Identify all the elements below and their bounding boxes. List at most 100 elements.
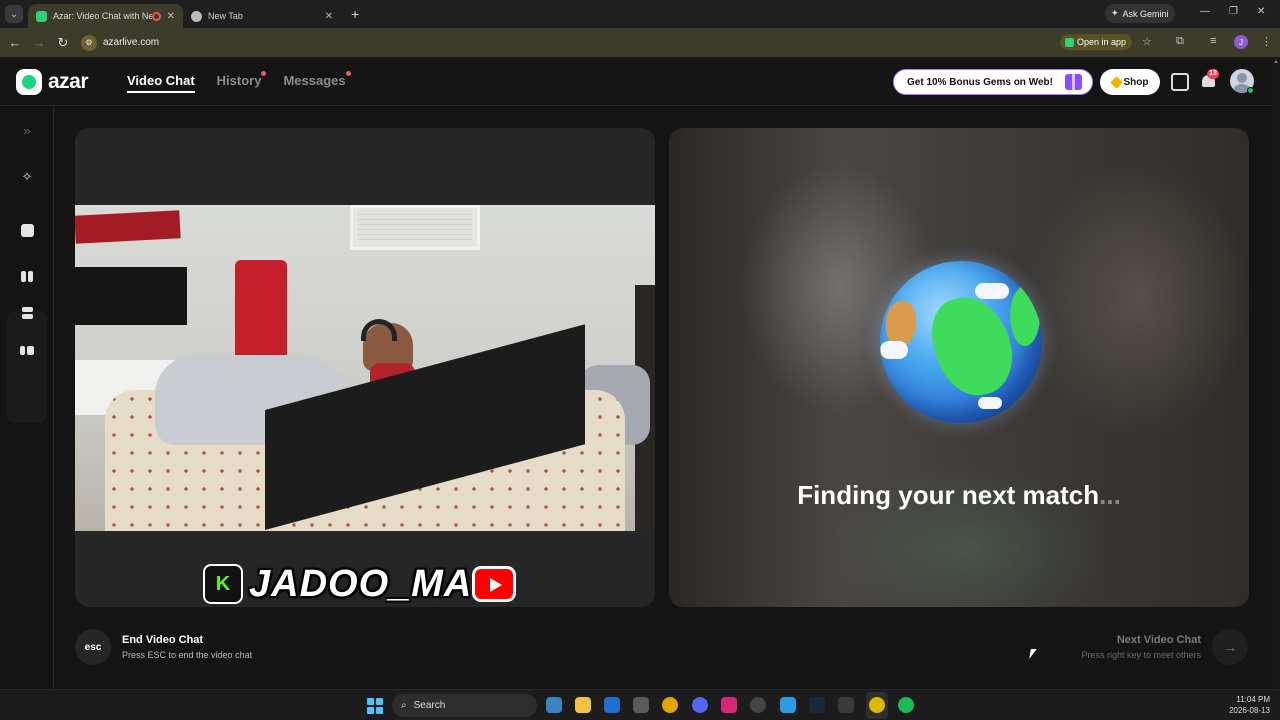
discord-icon[interactable] (692, 697, 708, 713)
close-tab-icon[interactable]: ✕ (167, 11, 175, 22)
reload-icon[interactable]: ↻ (51, 35, 75, 51)
url-field[interactable]: azarlive.com (103, 37, 159, 48)
taskbar-search[interactable]: ⌕ Search (392, 694, 537, 717)
close-tab-icon[interactable]: ✕ (325, 11, 333, 22)
clock-date: 2026-08-13 (1229, 706, 1270, 715)
notification-badge: 13 (1207, 69, 1219, 79)
spotify-icon[interactable] (898, 697, 914, 713)
open-in-app-button[interactable]: Open in app (1060, 34, 1132, 50)
gift-icon (1065, 74, 1082, 90)
layout-stacked-icon[interactable] (9, 298, 45, 328)
profile-avatar[interactable]: J (1234, 35, 1248, 49)
clock-time: 11:04 PM (1236, 695, 1270, 704)
nav-messages-label: Messages (283, 73, 346, 88)
tab-title: New Tab (208, 11, 243, 21)
end-chat-hint: Press ESC to end the video chat (122, 650, 253, 660)
close-window-icon[interactable]: ✕ (1257, 6, 1265, 17)
youtube-logo-icon (472, 566, 517, 602)
shop-button[interactable]: Shop (1100, 69, 1160, 95)
nav-video-chat[interactable]: Video Chat (127, 73, 195, 93)
end-video-chat-button[interactable]: esc (75, 629, 111, 665)
next-video-chat-button[interactable]: → (1212, 629, 1248, 665)
finding-match-status: Finding your next match... (669, 480, 1249, 511)
azar-app: azar Video Chat History Messages Get 10%… (0, 57, 1280, 689)
magic-wand-icon[interactable]: ✧ (9, 162, 45, 192)
file-explorer-icon[interactable] (575, 697, 591, 713)
new-tab-button[interactable]: + (351, 6, 359, 22)
more-menu-icon[interactable]: ⋮ (1261, 35, 1272, 48)
arrow-right-icon: → (1223, 639, 1237, 655)
open-in-app-label: Open in app (1077, 37, 1127, 47)
self-camera-feed (75, 205, 655, 531)
shop-label: Shop (1123, 76, 1149, 88)
store-icon[interactable] (1171, 73, 1189, 91)
tab-search-dropdown[interactable]: ⌄ (5, 5, 23, 23)
expand-sidebar-icon[interactable]: » (9, 115, 45, 145)
widgets-icon[interactable] (546, 697, 562, 713)
system-clock[interactable]: 11:04 PM 2026-08-13 (1229, 694, 1270, 716)
nav-messages[interactable]: Messages (283, 71, 351, 93)
extensions-icon[interactable]: ⧉ (1176, 35, 1184, 48)
end-chat-title: End Video Chat (122, 634, 204, 646)
bookmark-star-icon[interactable]: ☆ (1142, 35, 1152, 48)
taskbar: ⌕ Search 11:04 PM 2026-08-13 (0, 689, 1280, 720)
app-header: azar Video Chat History Messages Get 10%… (0, 57, 1280, 106)
azar-favicon (36, 10, 47, 22)
windows-start-icon[interactable] (367, 698, 383, 714)
wall-banner (75, 210, 181, 244)
ask-gemini-button[interactable]: ✦ Ask Gemini (1105, 4, 1175, 23)
sidebar: » ✧ (0, 107, 54, 689)
chrome-app-icon[interactable] (662, 697, 678, 713)
unread-dot (345, 71, 351, 76)
app-icon[interactable] (838, 697, 854, 713)
minimize-icon[interactable]: — (1200, 6, 1210, 17)
zoom-icon[interactable] (780, 697, 796, 713)
tab-title: Azar: Video Chat with New (53, 11, 152, 21)
mouse-cursor-icon (1029, 649, 1037, 659)
store-app-icon[interactable] (633, 697, 649, 713)
sparkle-icon: ✦ (1111, 8, 1119, 18)
azar-app-icon (1065, 37, 1074, 47)
azar-logo-icon (16, 69, 42, 95)
watermark-name: JADOO_MA (249, 562, 473, 605)
gem-icon (1109, 75, 1123, 89)
instagram-icon[interactable] (721, 697, 737, 713)
unread-dot (261, 71, 267, 76)
chrome-active-icon[interactable] (869, 697, 885, 713)
scroll-up-icon[interactable]: ▲ (1273, 59, 1279, 65)
restore-icon[interactable]: ❐ (1229, 6, 1238, 17)
nav-history[interactable]: History (216, 71, 267, 93)
logo-text: azar (48, 70, 89, 93)
bonus-label: Get 10% Bonus Gems on Web! (907, 76, 1053, 88)
nav-history-label: History (216, 73, 262, 88)
site-info-icon[interactable]: ⚙ (81, 34, 97, 51)
online-status-dot (1247, 87, 1254, 94)
back-icon[interactable]: ← (3, 35, 27, 50)
obs-icon[interactable] (750, 697, 766, 713)
search-placeholder: Search (413, 700, 446, 711)
layout-side-by-side-icon[interactable] (9, 261, 45, 291)
finding-text: Finding your next match (797, 480, 1100, 510)
steam-icon[interactable] (809, 697, 825, 713)
globe-icon (880, 261, 1042, 423)
sticker-icon[interactable] (9, 215, 45, 245)
recording-icon (151, 11, 161, 21)
layout-grid-icon[interactable] (9, 335, 45, 365)
search-icon: ⌕ (401, 700, 407, 711)
tab-azar[interactable]: Azar: Video Chat with New ✕ (28, 4, 183, 28)
browser-tabstrip: ⌄ Azar: Video Chat with New ✕ New Tab ✕ … (0, 0, 1280, 28)
azar-logo[interactable]: azar (16, 69, 89, 95)
tab-new-tab[interactable]: New Tab ✕ (183, 4, 341, 28)
media-controls-icon[interactable]: ≡ (1210, 35, 1216, 47)
bonus-gems-button[interactable]: Get 10% Bonus Gems on Web! (893, 69, 1093, 95)
ask-gemini-label: Ask Gemini (1122, 8, 1169, 19)
forward-icon[interactable]: → (27, 35, 51, 50)
outlook-icon[interactable] (604, 697, 620, 713)
main-nav: Video Chat History Messages (127, 71, 351, 93)
finding-dots: ... (1099, 480, 1121, 510)
next-chat-title: Next Video Chat (1116, 634, 1201, 646)
streamer-watermark: K JADOO_MA (203, 562, 517, 605)
match-video-panel: Finding your next match... (669, 128, 1249, 607)
page-scrollbar[interactable]: ▲ (1272, 57, 1280, 689)
kick-logo-icon: K (203, 564, 243, 604)
